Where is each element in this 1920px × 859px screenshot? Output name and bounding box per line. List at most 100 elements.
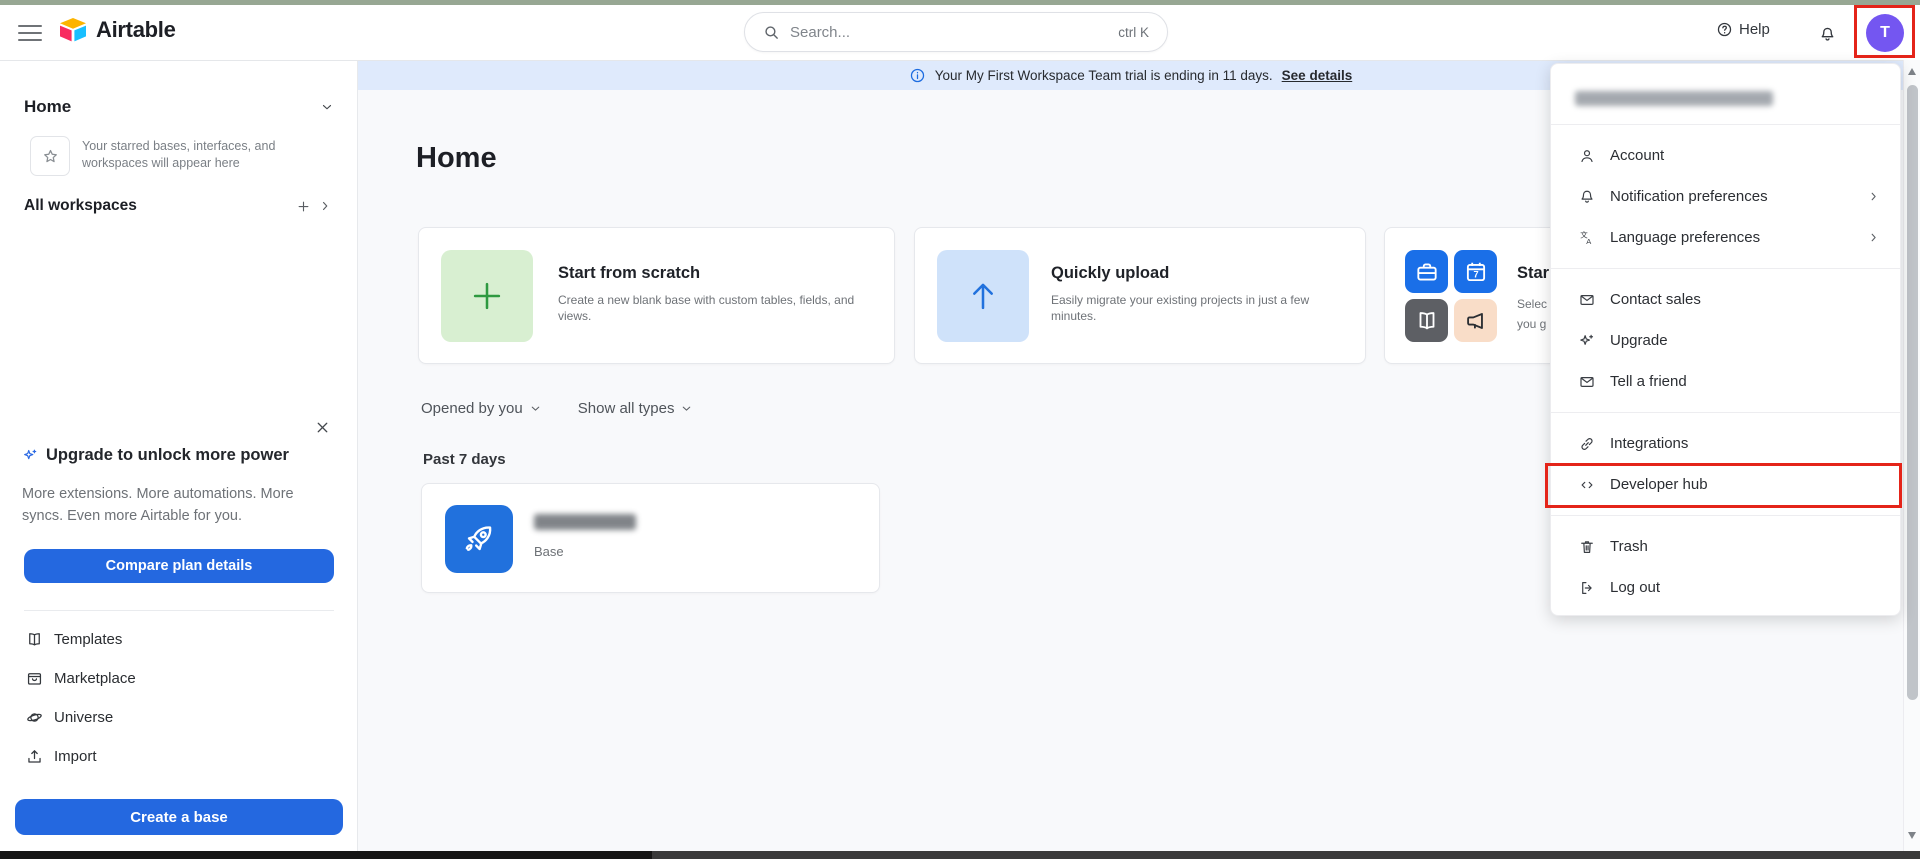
trash-icon <box>1577 538 1597 556</box>
planet-icon <box>24 708 44 727</box>
search-shortcut-hint: ctrl K <box>1118 25 1149 40</box>
start-from-scratch-card[interactable]: Start from scratch Create a new blank ba… <box>418 227 895 364</box>
see-details-link[interactable]: See details <box>1282 68 1353 83</box>
help-label: Help <box>1739 21 1770 38</box>
sidebar-home-label: Home <box>24 97 71 117</box>
sparkle-icon <box>22 447 39 464</box>
rocket-icon <box>445 505 513 573</box>
bell-icon <box>1577 188 1597 206</box>
arrow-up-icon <box>964 277 1002 315</box>
green-tile <box>441 250 533 342</box>
help-button[interactable]: Help <box>1716 21 1770 38</box>
menu-item-account[interactable]: Account <box>1551 135 1900 176</box>
scroll-down-arrow-icon[interactable] <box>1908 832 1916 839</box>
scroll-up-arrow-icon[interactable] <box>1908 68 1916 75</box>
top-edge-strip <box>0 0 1920 5</box>
book-icon <box>24 630 44 649</box>
sidebar-item-universe[interactable]: Universe <box>24 708 113 727</box>
open-book-icon <box>1405 299 1448 342</box>
compare-plan-details-button[interactable]: Compare plan details <box>24 549 334 583</box>
code-icon <box>1577 476 1597 494</box>
sidebar-item-import[interactable]: Import <box>24 747 97 766</box>
menu-item-language-preferences[interactable]: 文A Language preferences <box>1551 217 1900 258</box>
sidebar-item-label: Marketplace <box>54 670 136 687</box>
expand-workspaces-chevron-right-icon[interactable] <box>314 195 336 217</box>
horizontal-scrollbar[interactable] <box>0 851 1920 859</box>
storefront-icon <box>24 669 44 688</box>
megaphone-icon <box>1454 299 1497 342</box>
airtable-wordmark: Airtable <box>96 17 176 43</box>
sidebar-home-section[interactable]: Home <box>24 97 334 117</box>
svg-text:7: 7 <box>1473 269 1478 279</box>
mail-icon <box>1577 373 1597 391</box>
sidebar-divider <box>24 610 334 611</box>
upgrade-panel-body: More extensions. More automations. More … <box>22 483 328 527</box>
card-desc-line2: you g <box>1517 314 1546 334</box>
notifications-bell-icon[interactable] <box>1810 17 1844 51</box>
sidebar-item-templates[interactable]: Templates <box>24 630 122 649</box>
menu-item-trash[interactable]: Trash <box>1551 526 1900 567</box>
sidebar-item-label: Universe <box>54 709 113 726</box>
card-desc: Easily migrate your existing projects in… <box>1051 292 1313 324</box>
starred-hint-text: Your starred bases, interfaces, and work… <box>82 138 310 172</box>
all-workspaces-label: All workspaces <box>24 197 292 215</box>
filter-row: Opened by you Show all types <box>421 400 693 417</box>
horizontal-scrollbar-thumb[interactable] <box>0 851 652 859</box>
airtable-logo[interactable]: Airtable <box>58 17 176 43</box>
menu-item-log-out[interactable]: Log out <box>1551 567 1900 608</box>
base-name-redacted <box>534 514 636 530</box>
close-icon[interactable] <box>314 419 331 436</box>
all-workspaces-row[interactable]: All workspaces <box>24 195 336 217</box>
calendar-icon: 7 <box>1454 250 1497 293</box>
question-circle-icon <box>1716 21 1733 38</box>
show-types-filter[interactable]: Show all types <box>578 400 694 417</box>
search-bar[interactable]: ctrl K <box>744 12 1168 52</box>
chevron-down-icon <box>529 402 542 415</box>
card-title: Start from scratch <box>558 264 700 283</box>
quickly-upload-card[interactable]: Quickly upload Easily migrate your exist… <box>914 227 1366 364</box>
chevron-right-icon <box>1867 190 1880 203</box>
card-desc: Create a new blank base with custom tabl… <box>558 292 868 324</box>
star-icon <box>41 147 60 166</box>
avatar[interactable]: T <box>1866 14 1904 52</box>
card-title: Quickly upload <box>1051 264 1169 283</box>
info-icon <box>909 67 926 84</box>
base-subtitle: Base <box>534 544 564 559</box>
vertical-scrollbar-thumb[interactable] <box>1907 85 1918 700</box>
base-card[interactable]: Base <box>421 483 880 593</box>
airtable-logo-mark-icon <box>58 17 88 43</box>
menu-item-upgrade[interactable]: Upgrade <box>1551 320 1900 361</box>
opened-by-filter[interactable]: Opened by you <box>421 400 542 417</box>
link-icon <box>1577 435 1597 453</box>
logout-icon <box>1577 579 1597 597</box>
language-icon: 文A <box>1577 229 1597 247</box>
search-input[interactable] <box>790 24 1108 41</box>
menu-item-integrations[interactable]: Integrations <box>1551 423 1900 464</box>
sidebar-item-marketplace[interactable]: Marketplace <box>24 669 136 688</box>
add-workspace-button[interactable] <box>292 195 314 217</box>
hamburger-menu-icon[interactable] <box>18 23 42 43</box>
account-email-redacted <box>1575 91 1773 106</box>
upload-icon <box>24 747 44 766</box>
create-base-button[interactable]: Create a base <box>15 799 343 835</box>
chevron-down-icon <box>680 402 693 415</box>
blue-tile <box>937 250 1029 342</box>
top-bar: Airtable ctrl K Help T <box>0 5 1920 61</box>
sidebar-item-label: Templates <box>54 631 122 648</box>
menu-item-developer-hub[interactable]: Developer hub <box>1551 464 1900 505</box>
briefcase-icon <box>1405 250 1448 293</box>
chevron-right-icon <box>1867 231 1880 244</box>
menu-item-tell-a-friend[interactable]: Tell a friend <box>1551 361 1900 402</box>
menu-item-notification-preferences[interactable]: Notification preferences <box>1551 176 1900 217</box>
template-icon-grid: 7 <box>1405 250 1500 342</box>
card-title: Star <box>1517 264 1549 283</box>
page-title: Home <box>416 142 497 175</box>
menu-item-contact-sales[interactable]: Contact sales <box>1551 279 1900 320</box>
plus-icon <box>468 277 506 315</box>
svg-text:A: A <box>1586 237 1591 246</box>
account-dropdown-menu: Account Notification preferences 文A Lang… <box>1550 63 1901 616</box>
vertical-scrollbar[interactable] <box>1903 60 1920 851</box>
upgrade-panel-title: Upgrade to unlock more power <box>46 446 289 465</box>
user-icon <box>1577 147 1597 165</box>
section-label: Past 7 days <box>423 451 506 468</box>
